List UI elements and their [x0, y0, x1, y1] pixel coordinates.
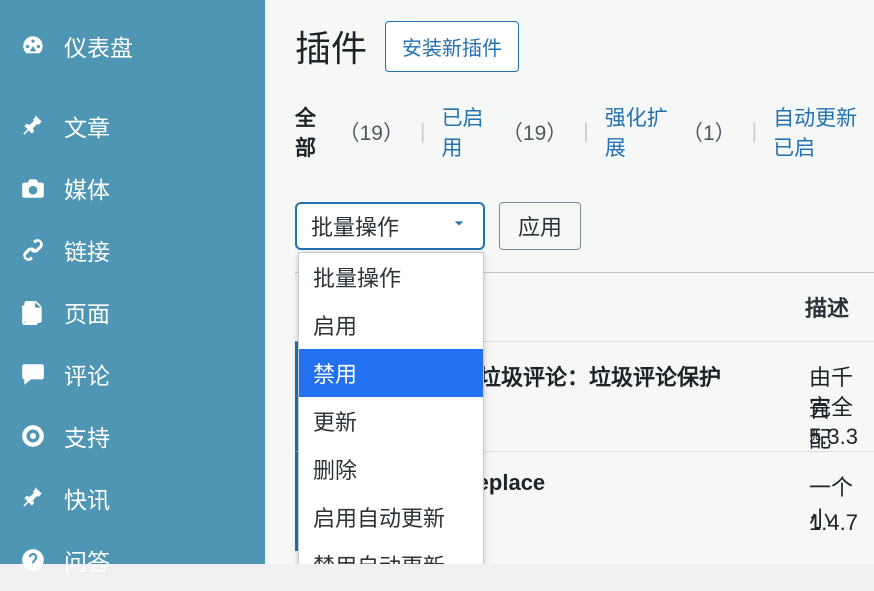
filter-all-count: （19）	[339, 117, 404, 147]
filter-active-count: （19）	[502, 117, 567, 147]
sidebar-item-label: 评论	[64, 357, 110, 391]
pages-icon	[18, 297, 48, 327]
column-description: 描述	[805, 291, 849, 323]
bulk-action-select[interactable]: 批量操作	[295, 202, 485, 250]
sidebar-item-label: 媒体	[64, 171, 110, 205]
question-icon	[18, 545, 48, 575]
sidebar-item-label: 支持	[64, 419, 110, 453]
sidebar-item-label: 链接	[64, 233, 110, 267]
add-plugin-button[interactable]: 安装新插件	[385, 21, 519, 72]
sidebar-item-comments[interactable]: 评论	[0, 343, 265, 405]
plugin-version: 1.4.7	[809, 510, 858, 536]
sidebar-item-support[interactable]: 支持	[0, 405, 265, 467]
camera-icon	[18, 173, 48, 203]
bulk-action-dropdown: 批量操作启用禁用更新删除启用自动更新禁用自动更新	[298, 252, 484, 564]
filter-bar: 全部 （19） | 已启用 （19） | 强化扩展 （1） | 自动更新已启	[295, 102, 874, 162]
filter-autoupdate[interactable]: 自动更新已启	[773, 102, 874, 162]
dropdown-option[interactable]: 启用自动更新	[299, 493, 483, 541]
sidebar-item-label: 问答	[64, 543, 110, 577]
bulk-selected-label: 批量操作	[311, 210, 399, 242]
dropdown-option[interactable]: 删除	[299, 445, 483, 493]
sidebar-item-posts[interactable]: 文章	[0, 95, 265, 157]
chevron-down-icon	[449, 213, 469, 239]
chat-icon	[18, 359, 48, 389]
admin-sidebar: 仪表盘 文章 媒体 链接 页面 评论 支持 快讯	[0, 0, 265, 564]
dropdown-option[interactable]: 禁用自动更新	[299, 541, 483, 564]
apply-button[interactable]: 应用	[499, 202, 581, 250]
sidebar-item-label: 快讯	[64, 481, 110, 515]
filter-active[interactable]: 已启用	[441, 102, 491, 162]
dropdown-option[interactable]: 启用	[299, 301, 483, 349]
main-content: 插件 安装新插件 全部 （19） | 已启用 （19） | 强化扩展 （1） |…	[265, 0, 874, 564]
sidebar-item-qa[interactable]: 问答	[0, 529, 265, 591]
sidebar-item-links[interactable]: 链接	[0, 219, 265, 281]
filter-enhanced[interactable]: 强化扩展	[605, 102, 672, 162]
page-title: 插件	[295, 20, 367, 72]
sidebar-item-flash[interactable]: 快讯	[0, 467, 265, 529]
dropdown-option[interactable]: 批量操作	[299, 253, 483, 301]
sidebar-item-label: 页面	[64, 295, 110, 329]
sidebar-item-dashboard[interactable]: 仪表盘	[0, 15, 265, 77]
link-icon	[18, 235, 48, 265]
sidebar-item-pages[interactable]: 页面	[0, 281, 265, 343]
filter-all[interactable]: 全部	[295, 102, 329, 162]
sidebar-item-label: 仪表盘	[64, 29, 133, 63]
lifebuoy-icon	[18, 421, 48, 451]
gauge-icon	[18, 31, 48, 61]
plugin-name: 垃圾评论：垃圾评论保护	[479, 360, 721, 392]
dropdown-option[interactable]: 更新	[299, 397, 483, 445]
dropdown-option[interactable]: 禁用	[299, 349, 483, 397]
pin-icon	[18, 483, 48, 513]
pin-icon	[18, 111, 48, 141]
filter-enhanced-count: （1）	[682, 117, 736, 147]
sidebar-item-label: 文章	[64, 109, 110, 143]
plugin-version: 5.3.3	[809, 424, 858, 450]
sidebar-item-media[interactable]: 媒体	[0, 157, 265, 219]
